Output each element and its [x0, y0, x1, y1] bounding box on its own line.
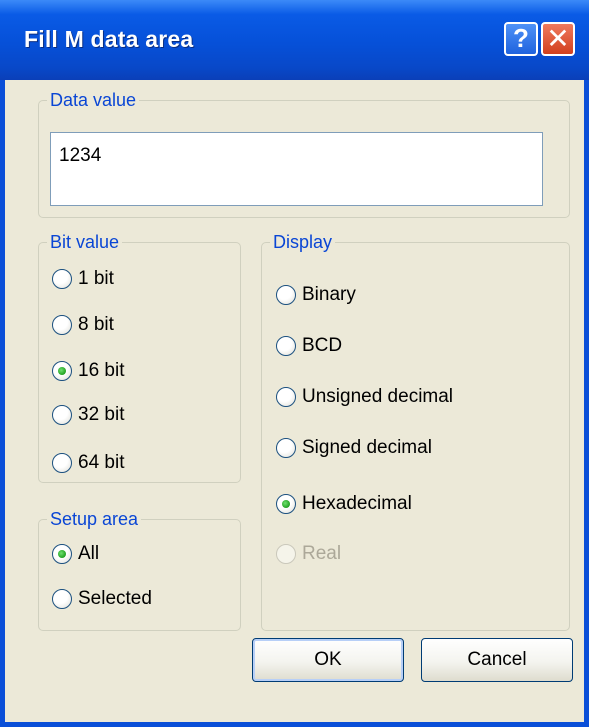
bit-value-group-label: Bit value: [47, 231, 123, 253]
title-bar[interactable]: Fill M data area ? ✕: [0, 0, 589, 80]
radio-circle: [52, 405, 72, 425]
radio-label: 64 bit: [78, 452, 125, 473]
data-value-text: 1234: [59, 145, 102, 166]
radio-label: 32 bit: [78, 404, 125, 425]
ok-button[interactable]: OK: [252, 638, 404, 682]
radio-label: Real: [302, 543, 342, 564]
dialog-body: Data value 1234 Bit value 1 bit 8 bit 16…: [5, 80, 584, 722]
radio-selected-dot: [58, 367, 66, 375]
radio-label: Binary: [302, 284, 356, 305]
radio-circle: [276, 544, 296, 564]
radio-circle: [52, 315, 72, 335]
setup-area-group-label: Setup area: [47, 508, 142, 530]
radio-circle: [276, 387, 296, 407]
radio-label: All: [78, 543, 100, 564]
radio-selected-dot: [58, 550, 66, 558]
data-value-input[interactable]: 1234: [50, 132, 543, 206]
radio-label: 1 bit: [78, 268, 114, 289]
radio-label: 8 bit: [78, 314, 114, 335]
radio-circle: [276, 285, 296, 305]
radio-circle: [52, 589, 72, 609]
radio-circle: [52, 453, 72, 473]
radio-label: BCD: [302, 335, 343, 356]
radio-label: Selected: [78, 588, 152, 609]
radio-selected-dot: [282, 500, 290, 508]
radio-label: Hexadecimal: [302, 493, 412, 514]
display-group-label: Display: [270, 231, 336, 253]
radio-circle: [276, 438, 296, 458]
close-icon[interactable]: ✕: [541, 22, 575, 56]
data-value-group-label: Data value: [47, 89, 140, 111]
radio-label: Signed decimal: [302, 437, 432, 458]
cancel-button[interactable]: Cancel: [421, 638, 573, 682]
radio-circle: [276, 336, 296, 356]
window-title: Fill M data area: [24, 26, 194, 52]
setup-area-group: Setup area: [38, 508, 241, 631]
dialog-window: Fill M data area ? ✕ Data value 1234 Bit…: [0, 0, 589, 727]
help-icon[interactable]: ?: [504, 22, 538, 56]
radio-circle: [52, 269, 72, 289]
radio-label: Unsigned decimal: [302, 386, 454, 407]
radio-label: 16 bit: [78, 360, 125, 381]
